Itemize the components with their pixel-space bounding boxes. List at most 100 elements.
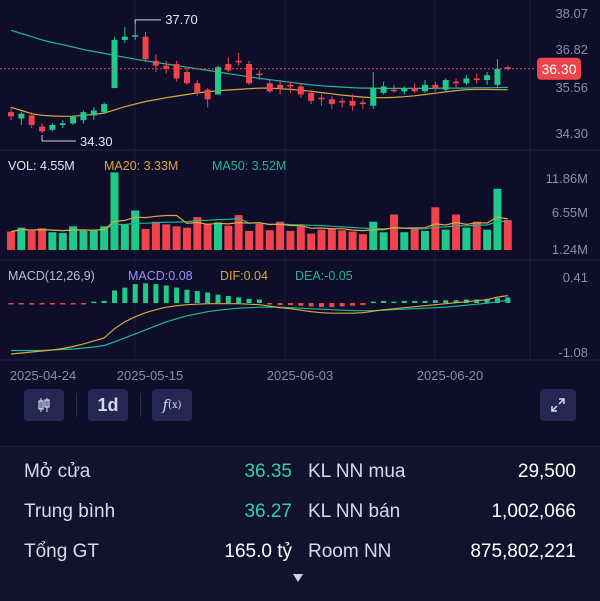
macd-hist-bar	[70, 303, 76, 305]
volume-bar	[327, 228, 336, 250]
macd-hist-bar	[432, 300, 438, 303]
volume-bar	[286, 230, 295, 250]
macd-hist-bar	[112, 290, 117, 303]
candle-body	[80, 112, 87, 121]
candle-body	[204, 89, 211, 100]
volume-bar	[17, 227, 26, 250]
volume-bar	[369, 221, 378, 250]
stats-row: Mở cửa 36.35 KL NN mua 29,500	[0, 461, 600, 501]
volume-bar	[89, 229, 98, 250]
expand-icon[interactable]	[540, 389, 576, 421]
macd-hist-bar	[91, 301, 97, 304]
candle-body	[215, 67, 221, 95]
interval-button[interactable]: 1d	[88, 389, 128, 421]
macd-axis-label: 0.41	[563, 270, 588, 285]
nn-buy-value: 29,500	[517, 461, 576, 482]
price-axis-label: 35.56	[555, 80, 588, 95]
candle-body	[111, 39, 118, 89]
volume-bar	[276, 221, 285, 250]
candlestick-icon[interactable]	[24, 389, 64, 421]
volume-bar	[493, 188, 502, 250]
total-label: Tổng GT	[24, 541, 99, 562]
function-icon[interactable]: f (x)	[152, 389, 192, 421]
macd-hist-bar	[29, 303, 35, 305]
date-label: 2025-04-24	[10, 368, 77, 383]
candle-body	[101, 104, 108, 113]
macd-hist-bar	[329, 303, 335, 308]
macd-hist-bar	[143, 283, 149, 303]
volume-axis-label: 1.24M	[552, 242, 588, 257]
candle-body	[8, 112, 14, 117]
candle-body	[49, 124, 56, 130]
ma20-vol-label: MA20: 3.33M	[104, 159, 178, 173]
volume-bar	[472, 221, 481, 250]
volume-bar	[483, 229, 492, 250]
volume-bar	[503, 220, 512, 250]
high-marker	[134, 19, 162, 24]
volume-bar	[79, 230, 88, 250]
macd-value-label: MACD:0.08	[128, 269, 193, 283]
volume-bar	[317, 229, 326, 250]
volume-bar	[462, 227, 471, 250]
volume-bar	[255, 223, 264, 250]
ma50-vol-label: MA50: 3.52M	[212, 159, 286, 173]
nn-buy-label: KL NN mua	[308, 461, 406, 482]
macd-hist-bar	[101, 300, 107, 303]
candle-body	[256, 73, 263, 76]
candle-body	[152, 60, 159, 66]
macd-hist-bar	[236, 297, 242, 303]
date-label: 2025-05-15	[117, 368, 184, 383]
volume-bar	[224, 225, 233, 250]
macd-hist-bar	[350, 303, 356, 306]
macd-hist-bar	[339, 303, 345, 307]
candle-body	[432, 84, 439, 89]
candle-body	[494, 68, 501, 85]
volume-bar	[172, 226, 181, 250]
candle-body	[380, 86, 387, 93]
volume-bar	[431, 207, 440, 250]
macd-hist-bar	[194, 291, 200, 303]
volume-axis-label: 6.55M	[552, 205, 588, 220]
date-label: 2025-06-03	[267, 368, 334, 383]
toolbar-divider	[140, 393, 141, 417]
macd-hist-bar	[381, 300, 387, 303]
candle-body	[194, 83, 201, 93]
macd-hist-bar	[360, 303, 366, 306]
macd-hist-bar	[18, 303, 24, 305]
chevron-down-icon[interactable]	[293, 574, 303, 582]
candle-body	[287, 84, 294, 87]
candle-body	[318, 97, 325, 100]
nn-sell-value: 1,002,066	[491, 501, 576, 522]
volume-bar	[214, 222, 222, 250]
open-value: 36.35	[244, 461, 292, 482]
macd-hist-bar	[422, 300, 428, 303]
candle-body	[235, 60, 242, 63]
macd-hist-bar	[370, 301, 376, 304]
macd-hist-bar	[80, 303, 86, 305]
volume-bar	[389, 214, 398, 250]
candle-body	[70, 116, 77, 124]
candle-body	[308, 92, 315, 101]
candle-body	[132, 35, 139, 37]
candle-body	[411, 88, 418, 92]
candle-body	[453, 81, 460, 84]
macd-hist-bar	[308, 303, 314, 307]
candle-body	[121, 36, 128, 40]
chart-canvas[interactable]: 36.30 38.07 36.82 34.30 35.56 37.70 34.30 VOL: …	[0, 0, 600, 385]
volume-bar	[162, 224, 171, 250]
macd-hist-bar	[298, 303, 304, 306]
volume-bar	[110, 172, 119, 250]
volume-bar	[38, 228, 47, 250]
macd-hist-bar	[184, 289, 190, 303]
candle-body	[183, 72, 190, 84]
macd-hist-bar	[287, 303, 293, 306]
high-label: 37.70	[165, 12, 198, 27]
macd-hist-bar	[225, 296, 231, 303]
stock-chart[interactable]: 36.30 38.07 36.82 34.30 35.56 37.70 34.30 VOL: …	[0, 0, 600, 385]
volume-bar	[441, 229, 450, 250]
candle-body	[359, 102, 366, 105]
macd-hist-bar	[60, 303, 66, 305]
low-label: 34.30	[80, 134, 113, 149]
macd-hist-bar	[153, 284, 159, 303]
volume-bar	[245, 230, 254, 250]
